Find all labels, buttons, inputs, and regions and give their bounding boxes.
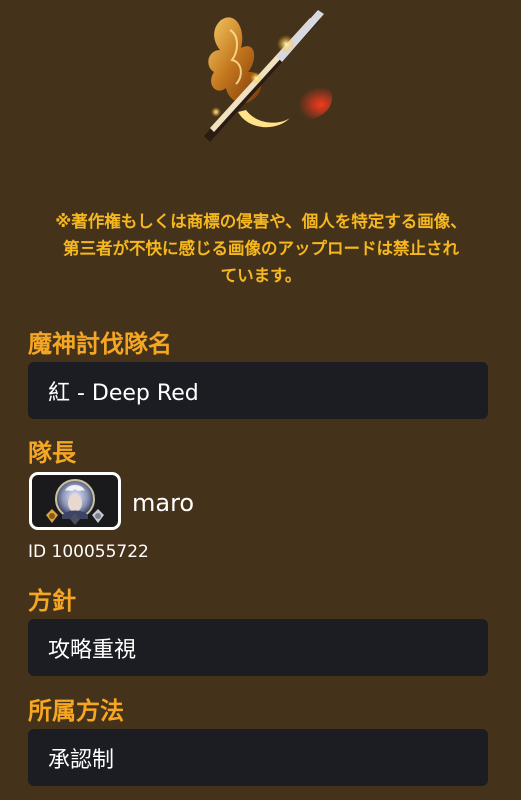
notice-line: ※著作権もしくは商標の侵害や、個人を特定する画像、 — [55, 212, 467, 231]
character-avatar-icon — [46, 479, 104, 525]
leader-name[interactable]: maro — [132, 488, 194, 518]
policy-field: 攻略重視 — [28, 619, 488, 676]
leader-id: ID 100055722 — [28, 542, 149, 562]
join-method-field: 承認制 — [28, 729, 488, 786]
team-name-value: 紅 - Deep Red — [48, 380, 199, 406]
notice-line: ています。 — [220, 266, 302, 285]
team-name-label: 魔神討伐隊名 — [28, 330, 172, 358]
crossed-swords-flame-emblem-icon — [204, 10, 332, 142]
join-method-label: 所属方法 — [28, 697, 124, 725]
join-method-value: 承認制 — [48, 747, 115, 773]
team-emblem — [186, 0, 336, 150]
team-name-field: 紅 - Deep Red — [28, 362, 488, 419]
policy-value: 攻略重視 — [48, 637, 137, 663]
policy-label: 方針 — [28, 587, 76, 615]
notice-line: 第三者が不快に感じる画像のアップロードは禁止され — [63, 239, 459, 258]
leader-label: 隊長 — [28, 439, 76, 467]
upload-notice: ※著作権もしくは商標の侵害や、個人を特定する画像、 第三者が不快に感じる画像のア… — [26, 208, 496, 289]
leader-avatar[interactable] — [29, 472, 121, 530]
